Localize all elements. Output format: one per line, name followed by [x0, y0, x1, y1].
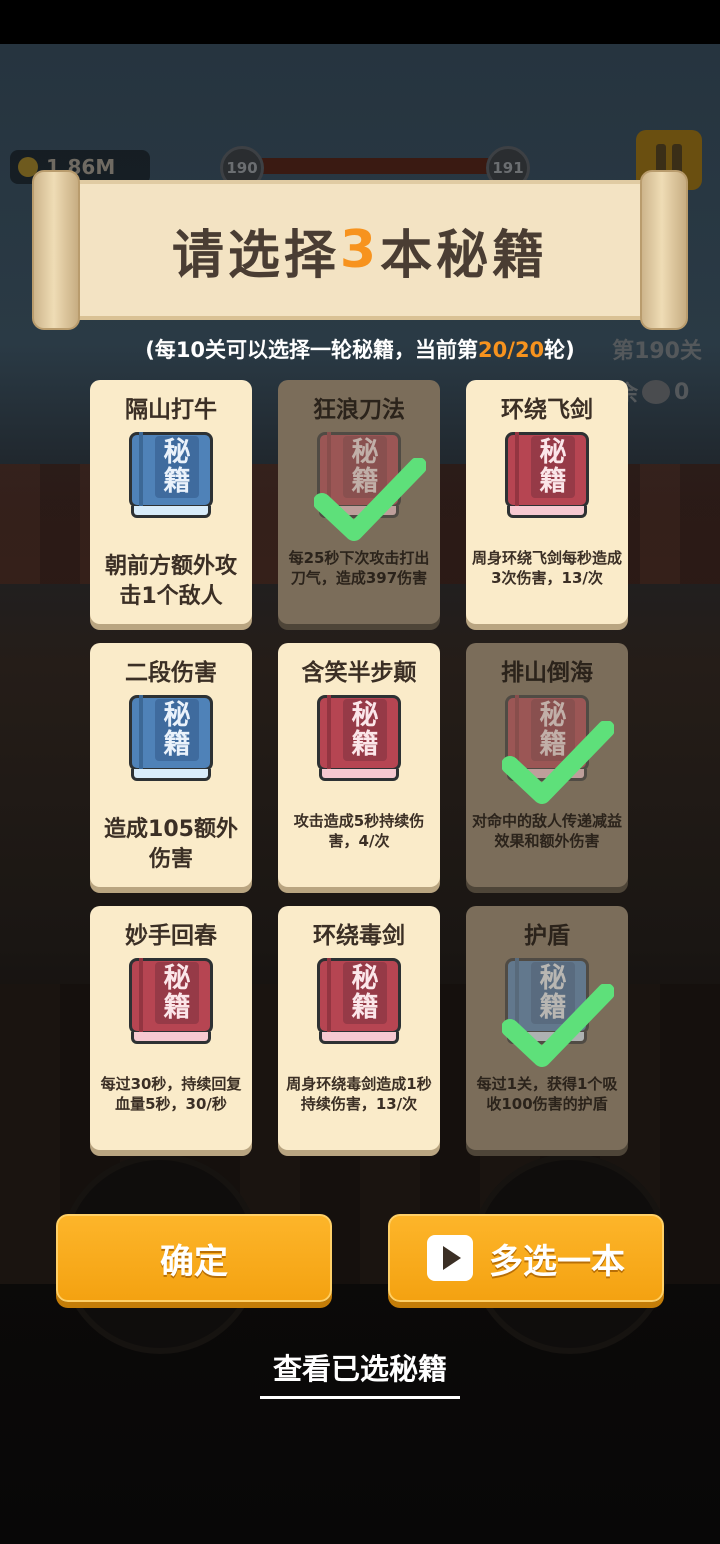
- card-description: 对命中的敌人传递减益效果和额外伤害: [472, 812, 623, 850]
- card-description: 每过30秒，持续回复血量5秒，30/秒: [100, 1075, 242, 1113]
- subtitle-suffix: 轮): [544, 338, 575, 362]
- pick-one-more-button[interactable]: 多选一本: [388, 1214, 664, 1302]
- book-label-bottom: 籍: [539, 466, 567, 497]
- confirm-label: 确定: [160, 1241, 228, 1282]
- book-label-top: 秘: [163, 700, 191, 731]
- book-label: 秘籍: [155, 962, 199, 1024]
- book-pages: [131, 1032, 211, 1044]
- book-spine: [515, 432, 519, 508]
- card-name: 环绕毒剑: [313, 923, 405, 949]
- card-name: 排山倒海: [501, 660, 593, 686]
- book-pages: [319, 769, 399, 781]
- dialog-title: 请选择 3 本秘籍: [72, 180, 648, 320]
- book-label-bottom: 籍: [163, 729, 191, 760]
- subtitle-prefix: (每10关可以选择一轮秘籍，当前第: [145, 338, 479, 362]
- book-pages: [131, 769, 211, 781]
- skill-book-card[interactable]: 护盾秘籍每过1关，获得1个吸收100伤害的护盾: [466, 906, 628, 1150]
- book-label-bottom: 籍: [163, 466, 191, 497]
- skill-book-icon: 秘籍: [317, 958, 401, 1044]
- skill-book-card[interactable]: 排山倒海秘籍对命中的敌人传递减益效果和额外伤害: [466, 643, 628, 887]
- skill-book-card[interactable]: 妙手回春秘籍每过30秒，持续回复血量5秒，30/秒: [90, 906, 252, 1150]
- book-label-top: 秘: [163, 963, 191, 994]
- checkmark-icon: [502, 721, 614, 804]
- book-label-bottom: 籍: [351, 992, 379, 1023]
- title-suffix: 本秘籍: [380, 225, 549, 286]
- skill-book-card[interactable]: 狂浪刀法秘籍每25秒下次攻击打出刀气，造成397伤害: [278, 380, 440, 624]
- remaining-count: 0: [674, 379, 690, 405]
- title-prefix: 请选择: [171, 225, 340, 286]
- book-pages: [507, 506, 587, 518]
- book-label-top: 秘: [163, 437, 191, 468]
- confirm-button[interactable]: 确定: [56, 1214, 332, 1302]
- book-label-bottom: 籍: [163, 992, 191, 1023]
- card-description: 攻击造成5秒持续伤害，4/次: [293, 812, 425, 850]
- book-label-top: 秘: [351, 700, 379, 731]
- card-description: 周身环绕飞剑每秒造成3次伤害，13/次: [472, 549, 623, 587]
- skill-book-card[interactable]: 含笑半步颠秘籍攻击造成5秒持续伤害，4/次: [278, 643, 440, 887]
- book-label: 秘籍: [531, 436, 575, 498]
- card-description: 每25秒下次攻击打出刀气，造成397伤害: [288, 549, 430, 587]
- book-spine: [139, 958, 143, 1034]
- card-description: 周身环绕毒剑造成1秒持续伤害，13/次: [286, 1075, 432, 1113]
- book-label-top: 秘: [539, 437, 567, 468]
- dialog-subtitle: (每10关可以选择一轮秘籍，当前第20/20轮): [0, 334, 720, 364]
- card-name: 隔山打牛: [125, 397, 217, 423]
- book-label: 秘籍: [343, 699, 387, 761]
- book-spine: [327, 695, 331, 771]
- book-label-bottom: 籍: [351, 729, 379, 760]
- book-pages: [131, 506, 211, 518]
- enemy-icon: [642, 380, 671, 404]
- title-number: 3: [339, 220, 381, 280]
- skill-book-icon: 秘籍: [317, 695, 401, 781]
- book-spine: [327, 958, 331, 1034]
- book-pages: [319, 1032, 399, 1044]
- subtitle-round: 20/20: [478, 338, 545, 362]
- skill-book-icon: 秘籍: [129, 958, 213, 1044]
- video-play-icon: [427, 1235, 473, 1281]
- pick-one-more-label: 多选一本: [489, 1241, 625, 1282]
- checkmark-icon: [502, 984, 614, 1067]
- book-label: 秘籍: [155, 436, 199, 498]
- skill-book-icon: 秘籍: [129, 695, 213, 781]
- card-name: 妙手回春: [125, 923, 217, 949]
- status-bar: [0, 0, 720, 44]
- book-label: 秘籍: [343, 962, 387, 1024]
- card-name: 二段伤害: [125, 660, 217, 686]
- skill-book-card[interactable]: 二段伤害秘籍造成105额外伤害: [90, 643, 252, 887]
- skill-book-card[interactable]: 隔山打牛秘籍朝前方额外攻击1个敌人: [90, 380, 252, 624]
- card-description: 每过1关，获得1个吸收100伤害的护盾: [476, 1075, 618, 1113]
- card-name: 护盾: [524, 923, 570, 949]
- card-name: 狂浪刀法: [313, 397, 405, 423]
- skill-book-icon: 秘籍: [129, 432, 213, 518]
- view-selected-link[interactable]: 查看已选秘籍: [260, 1346, 460, 1399]
- card-name: 环绕飞剑: [501, 397, 593, 423]
- skill-book-card[interactable]: 环绕毒剑秘籍周身环绕毒剑造成1秒持续伤害，13/次: [278, 906, 440, 1150]
- book-spine: [139, 432, 143, 508]
- checkmark-icon: [314, 458, 426, 541]
- skill-book-card[interactable]: 环绕飞剑秘籍周身环绕飞剑每秒造成3次伤害，13/次: [466, 380, 628, 624]
- card-description: 造成105额外伤害: [104, 817, 238, 872]
- book-spine: [139, 695, 143, 771]
- book-label-top: 秘: [351, 963, 379, 994]
- skill-book-icon: 秘籍: [505, 432, 589, 518]
- card-name: 含笑半步颠: [301, 660, 417, 686]
- title-scroll: 请选择 3 本秘籍: [32, 170, 688, 330]
- card-description: 朝前方额外攻击1个敌人: [104, 554, 237, 609]
- book-label: 秘籍: [155, 699, 199, 761]
